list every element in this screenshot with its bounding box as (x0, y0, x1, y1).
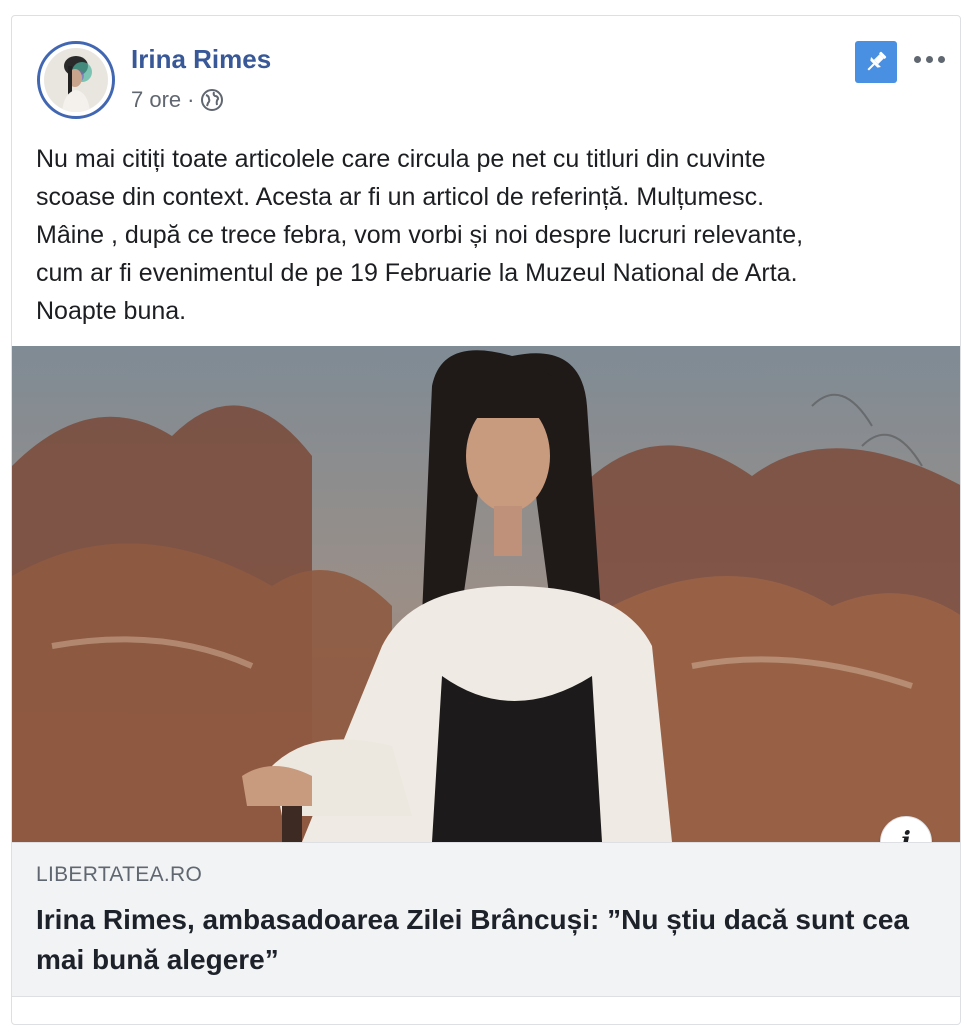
more-options-icon[interactable] (909, 44, 949, 74)
more-dot (913, 55, 921, 63)
more-dot (925, 55, 933, 63)
pin-icon (867, 51, 887, 71)
link-domain: LIBERTATEA.RO (36, 863, 203, 886)
post-timestamp[interactable]: 7 ore (131, 87, 181, 113)
pin-button[interactable] (855, 41, 897, 83)
meta-separator: · (187, 87, 195, 112)
post-meta: 7 ore · (131, 87, 224, 113)
author-avatar[interactable] (37, 41, 115, 119)
link-title[interactable]: Irina Rimes, ambasadoarea Zilei Brâncuși… (36, 900, 916, 980)
globe-icon[interactable] (200, 88, 224, 112)
post-card: Irina Rimes 7 ore · Nu mai citiți toate … (11, 15, 961, 1025)
author-name-link[interactable]: Irina Rimes (131, 44, 271, 75)
post-body-text: Nu mai citiți toate articolele care circ… (36, 145, 804, 325)
link-preview-footer[interactable]: LIBERTATEA.RO Irina Rimes, ambasadoarea … (12, 842, 960, 997)
link-preview-image[interactable] (12, 346, 960, 842)
post-header: Irina Rimes 7 ore · (12, 16, 960, 131)
avatar-image (44, 48, 108, 112)
more-dot (937, 55, 945, 63)
